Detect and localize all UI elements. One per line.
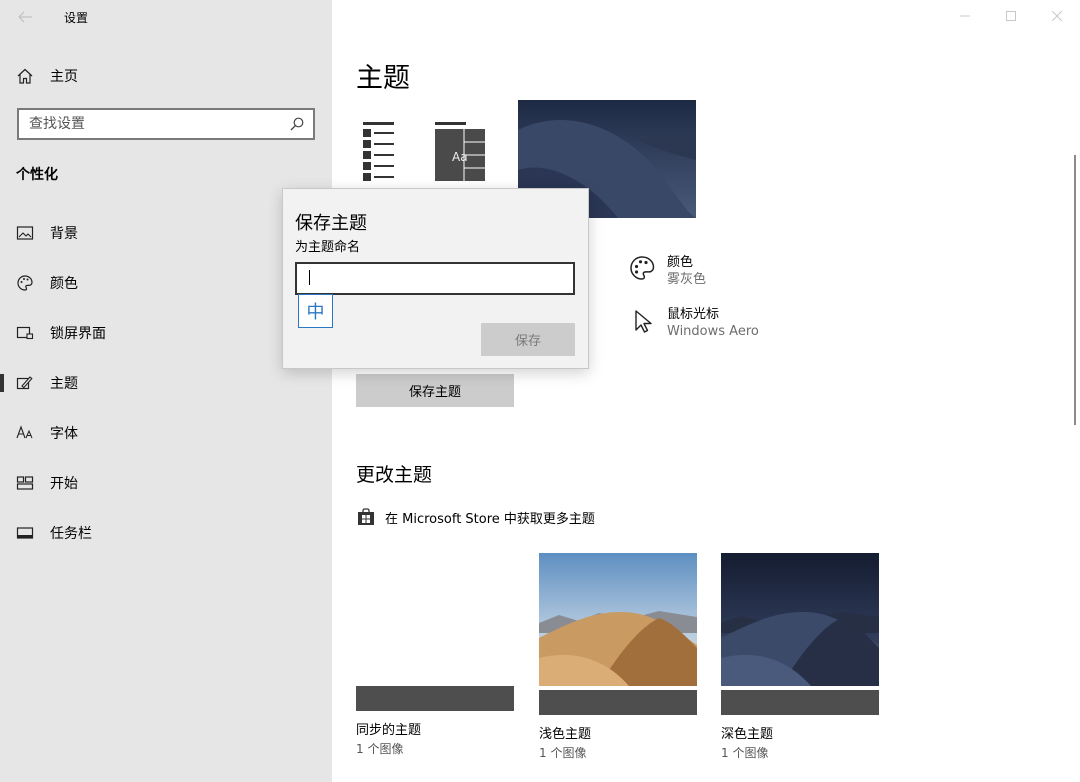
sidebar: 设置 主页 个性化 背景 颜色 锁: [0, 0, 332, 782]
start-icon: [16, 474, 34, 492]
dialog-title: 保存主题: [295, 213, 367, 234]
text-caret: [309, 270, 310, 285]
section-heading: 个性化: [16, 167, 58, 183]
theme-name-input[interactable]: [295, 262, 575, 295]
preview-sample-text: Aa: [452, 150, 468, 164]
property-value: Windows Aero: [667, 324, 759, 339]
theme-tile-light[interactable]: 浅色主题 1 个图像: [539, 553, 697, 761]
sidebar-item-label: 主题: [50, 376, 78, 392]
theme-name: 浅色主题: [539, 727, 592, 742]
palette-icon: [630, 256, 655, 280]
save-theme-dialog: 保存主题 为主题命名 中 保存: [282, 188, 589, 369]
theme-tile-dark[interactable]: 深色主题 1 个图像: [721, 553, 879, 761]
scrollbar[interactable]: [1074, 155, 1076, 425]
theme-properties: 颜色 雾灰色 鼠标光标 Windows Aero: [628, 254, 759, 358]
home-icon: [17, 68, 33, 84]
sidebar-item-label: 任务栏: [50, 526, 92, 542]
sidebar-item-taskbar[interactable]: 任务栏: [0, 508, 332, 558]
sidebar-item-label: 锁屏界面: [50, 326, 106, 342]
theme-brush-icon: [16, 374, 34, 392]
lock-screen-icon: [16, 324, 34, 342]
font-icon: [16, 424, 34, 442]
property-value: 雾灰色: [667, 272, 707, 287]
back-arrow-icon[interactable]: [16, 8, 34, 26]
picture-icon: [16, 224, 34, 242]
window-controls: [942, 0, 1080, 32]
search-icon[interactable]: [289, 116, 305, 132]
theme-name: 深色主题: [721, 727, 774, 742]
theme-color-strip: [356, 686, 514, 711]
minimize-icon[interactable]: [942, 0, 988, 32]
store-link-label: 在 Microsoft Store 中获取更多主题: [385, 511, 595, 527]
save-theme-button[interactable]: 保存主题: [356, 374, 514, 407]
search-input[interactable]: [19, 116, 289, 132]
window-title: 设置: [64, 11, 89, 25]
theme-name: 同步的主题: [356, 723, 422, 738]
color-property[interactable]: 颜色 雾灰色: [628, 254, 759, 288]
maximize-icon[interactable]: [988, 0, 1034, 32]
sidebar-item-label: 背景: [50, 226, 78, 242]
theme-thumbnail: [539, 553, 697, 686]
theme-color-strip: [539, 690, 697, 715]
sidebar-item-fonts[interactable]: 字体: [0, 408, 332, 458]
sidebar-item-label: 字体: [50, 426, 78, 442]
theme-tile-sync[interactable]: 同步的主题 1 个图像: [356, 553, 514, 757]
property-name: 颜色: [667, 255, 694, 270]
theme-thumbnail: [356, 553, 514, 686]
theme-thumbnail: [721, 553, 879, 686]
sidebar-item-home[interactable]: 主页: [16, 66, 78, 86]
page-title: 主题: [356, 63, 410, 94]
change-theme-heading: 更改主题: [356, 464, 433, 486]
cursor-icon: [635, 310, 652, 333]
taskbar-icon: [16, 524, 34, 542]
sidebar-item-label: 主页: [50, 69, 78, 85]
store-bag-icon: [358, 508, 374, 525]
cursor-property[interactable]: 鼠标光标 Windows Aero: [628, 306, 759, 340]
sidebar-item-label: 颜色: [50, 276, 78, 292]
store-link[interactable]: 在 Microsoft Store 中获取更多主题: [356, 507, 595, 527]
theme-image-count: 1 个图像: [356, 742, 404, 756]
search-box[interactable]: [17, 108, 315, 140]
close-icon[interactable]: [1034, 0, 1080, 32]
palette-icon: [16, 274, 34, 292]
dialog-subtitle: 为主题命名: [295, 240, 361, 255]
theme-image-count: 1 个图像: [539, 746, 587, 760]
dialog-save-button[interactable]: 保存: [481, 323, 575, 356]
theme-color-strip: [721, 690, 879, 715]
sidebar-item-label: 开始: [50, 476, 78, 492]
sidebar-item-start[interactable]: 开始: [0, 458, 332, 508]
theme-image-count: 1 个图像: [721, 746, 769, 760]
property-name: 鼠标光标: [667, 307, 720, 322]
ime-mode-indicator[interactable]: 中: [298, 294, 333, 328]
